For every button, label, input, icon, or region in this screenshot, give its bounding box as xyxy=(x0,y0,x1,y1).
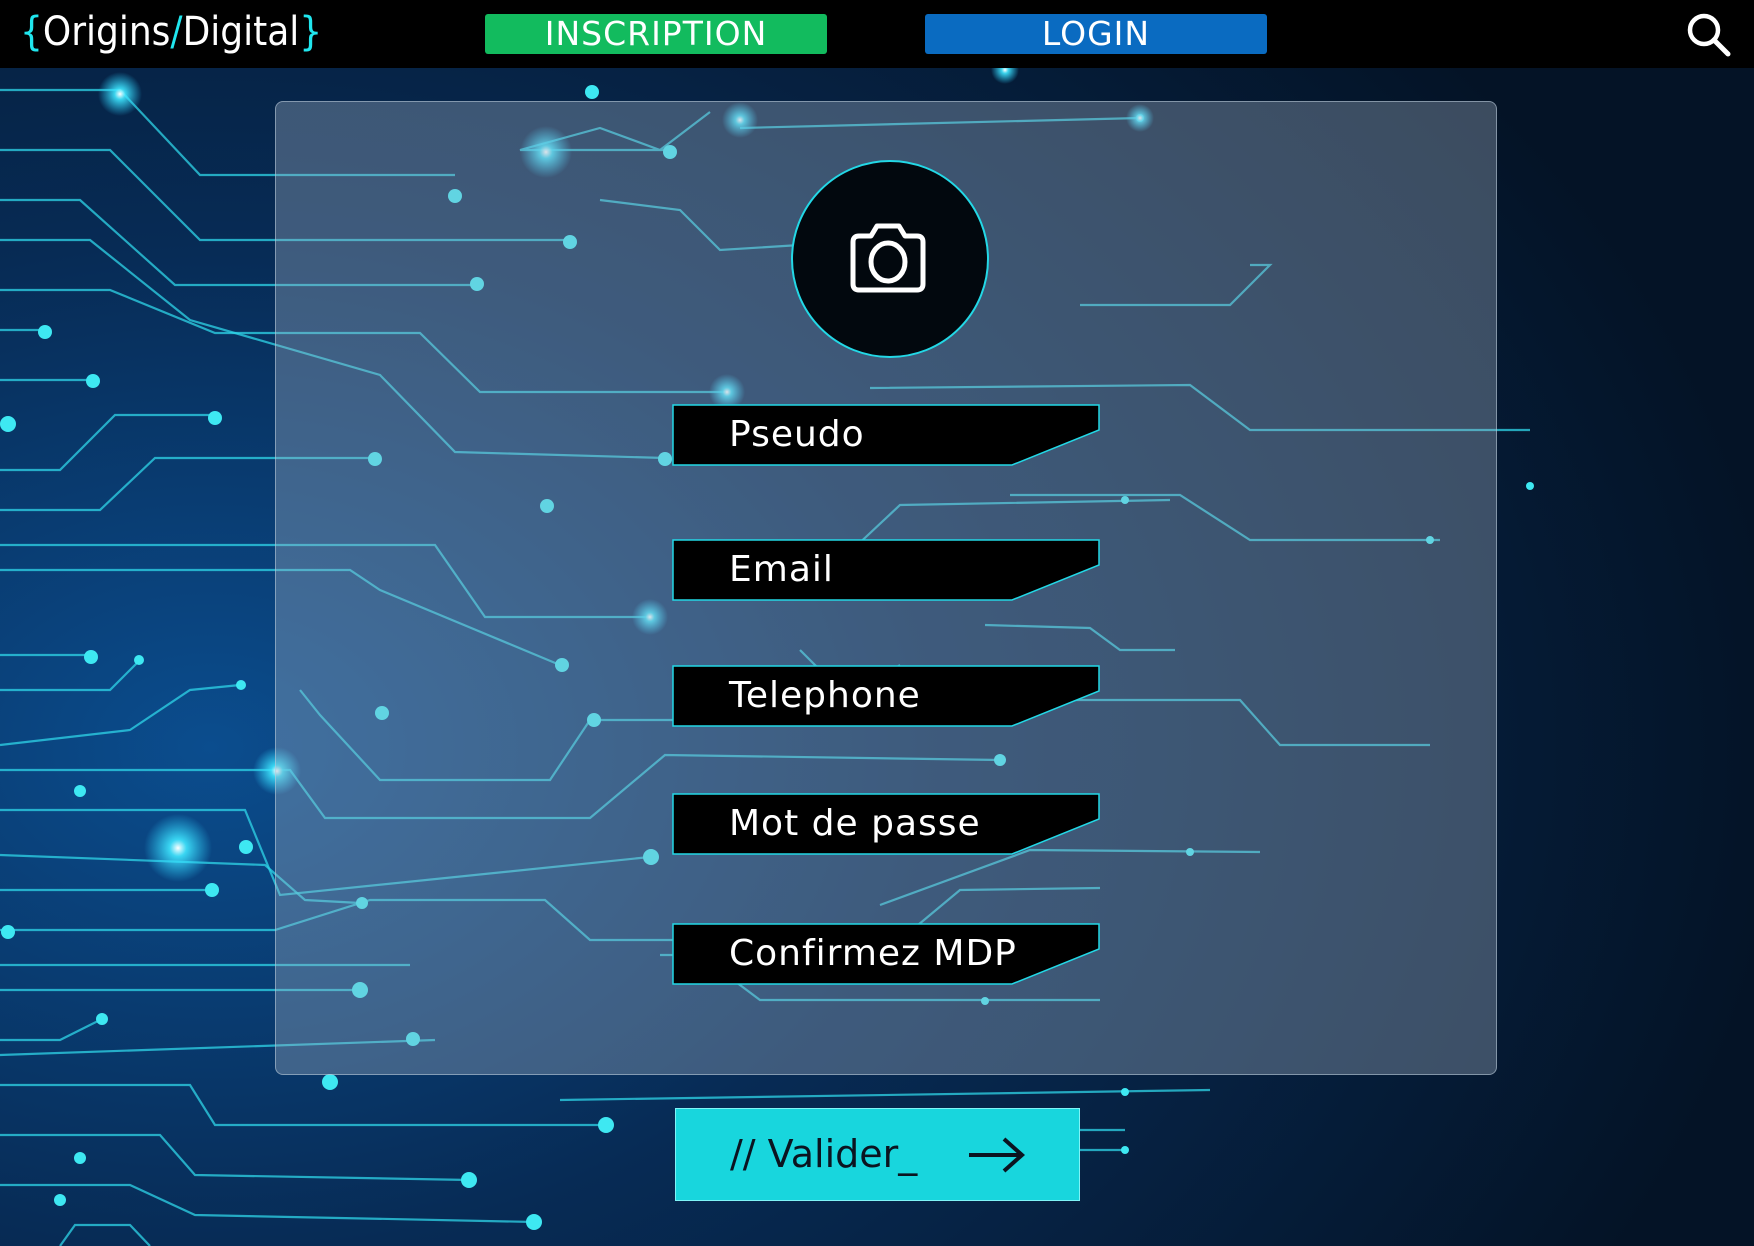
search-button[interactable] xyxy=(1684,10,1734,60)
pseudo-field[interactable]: Pseudo xyxy=(672,404,1100,466)
avatar-upload-button[interactable] xyxy=(791,160,989,358)
circuit-node xyxy=(461,1172,477,1188)
circuit-node xyxy=(322,1074,338,1090)
validate-label: // Valider_ xyxy=(730,1132,918,1176)
logo-open-brace: { xyxy=(20,9,43,55)
search-icon xyxy=(1687,13,1731,57)
password-label: Mot de passe xyxy=(729,803,981,844)
confirm-password-field[interactable]: Confirmez MDP xyxy=(672,923,1100,985)
top-navigation-bar: {Origins/Digital} INSCRIPTION LOGIN xyxy=(0,0,1754,68)
validate-button[interactable]: // Valider_ xyxy=(675,1108,1080,1201)
light-glow xyxy=(98,72,142,116)
telephone-field[interactable]: Telephone xyxy=(672,665,1100,727)
logo-name-part2: Digital xyxy=(182,9,300,55)
circuit-node xyxy=(1526,482,1534,490)
circuit-node xyxy=(598,1117,614,1133)
logo-close-brace: } xyxy=(299,9,323,55)
confirm-password-label: Confirmez MDP xyxy=(729,933,1017,974)
circuit-node xyxy=(1121,1088,1129,1096)
logo-name-part1: Origins xyxy=(42,9,171,55)
circuit-node xyxy=(236,680,246,690)
pseudo-label: Pseudo xyxy=(729,414,865,455)
circuit-node xyxy=(1,925,15,939)
circuit-node xyxy=(526,1214,542,1230)
circuit-node xyxy=(208,411,222,425)
circuit-node xyxy=(74,785,86,797)
logo-slash: / xyxy=(170,9,183,55)
telephone-label: Telephone xyxy=(729,675,921,716)
circuit-node xyxy=(585,85,599,99)
camera-icon xyxy=(850,223,926,293)
circuit-node xyxy=(84,650,98,664)
circuit-node xyxy=(54,1194,66,1206)
login-button[interactable]: LOGIN xyxy=(925,14,1267,54)
circuit-node xyxy=(74,1152,86,1164)
circuit-node xyxy=(96,1013,108,1025)
circuit-node xyxy=(205,883,219,897)
inscription-button[interactable]: INSCRIPTION xyxy=(485,14,827,54)
circuit-node xyxy=(1121,1146,1129,1154)
circuit-node xyxy=(86,374,100,388)
password-field[interactable]: Mot de passe xyxy=(672,793,1100,855)
circuit-node xyxy=(0,416,16,432)
brand-logo[interactable]: {Origins/Digital} xyxy=(20,6,322,58)
circuit-node xyxy=(134,655,144,665)
circuit-node xyxy=(239,840,253,854)
circuit-node xyxy=(38,325,52,339)
light-glow xyxy=(144,814,212,882)
email-label: Email xyxy=(729,549,834,590)
arrow-right-icon xyxy=(969,1137,1026,1173)
email-field[interactable]: Email xyxy=(672,539,1100,601)
